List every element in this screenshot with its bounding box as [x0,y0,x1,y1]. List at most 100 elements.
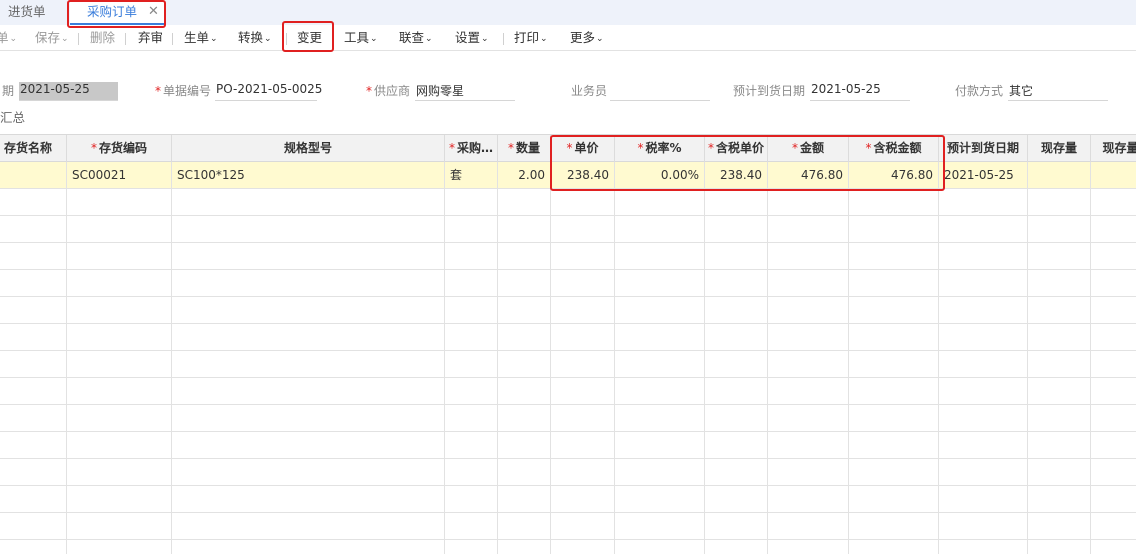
cell-purchase-unit[interactable] [445,324,498,350]
cell-inventory-code[interactable]: SC00021 [67,162,172,188]
cell-spec[interactable] [172,459,445,485]
col-header-stock-qty[interactable]: 现存量 [1028,135,1091,162]
cell-inventory-code[interactable] [67,189,172,215]
cell-purchase-unit[interactable] [445,216,498,242]
cell-tax-rate[interactable] [615,378,705,404]
summary-label[interactable]: 汇总 [0,107,25,126]
cell-spec[interactable] [172,432,445,458]
col-header-inventory-code[interactable]: * 存货编码 [67,135,172,162]
cell-spec[interactable] [172,216,445,242]
cell-tax-incl-amount[interactable] [849,378,939,404]
col-header-stock-qty-2[interactable]: 现存量 [1091,135,1136,162]
cell-spec[interactable] [172,324,445,350]
cell-purchase-unit[interactable] [445,405,498,431]
cell-inventory-code[interactable] [67,351,172,377]
cell-tax-incl-price[interactable] [705,486,768,512]
cell-tax-rate[interactable] [615,513,705,539]
cell-stock-qty[interactable] [1028,405,1091,431]
table-row[interactable] [0,216,1136,243]
cell-inventory-code[interactable] [67,243,172,269]
cell-tax-incl-amount[interactable] [849,297,939,323]
cell-tax-incl-amount[interactable] [849,486,939,512]
arrival-date-field[interactable]: 2021-05-25 [810,82,910,101]
settings-button[interactable]: 设置⌄ [455,29,489,47]
cell-inventory-name[interactable] [0,378,67,404]
cell-inventory-name[interactable] [0,486,67,512]
cell-inventory-name[interactable] [0,432,67,458]
cell-quantity[interactable] [498,297,551,323]
cell-inventory-code[interactable] [67,486,172,512]
table-row[interactable] [0,270,1136,297]
table-row[interactable] [0,189,1136,216]
cell-unit-price[interactable] [551,486,615,512]
cell-inventory-name[interactable] [0,513,67,539]
cell-inventory-name[interactable] [0,351,67,377]
cell-stock-qty-2[interactable] [1091,216,1136,242]
cell-stock-qty[interactable] [1028,189,1091,215]
cell-expected-arrival[interactable] [939,378,1028,404]
cell-tax-incl-amount[interactable] [849,189,939,215]
cell-stock-qty[interactable] [1028,270,1091,296]
cell-tax-rate[interactable] [615,486,705,512]
table-row[interactable] [0,486,1136,513]
cell-tax-incl-amount[interactable]: 476.80 [849,162,939,188]
cell-inventory-code[interactable] [67,297,172,323]
col-header-inventory-name[interactable]: 存货名称 [0,135,67,162]
cell-expected-arrival[interactable] [939,459,1028,485]
cell-inventory-code[interactable] [67,270,172,296]
cell-tax-incl-price[interactable] [705,540,768,554]
col-header-tax-incl-price[interactable]: * 含税单价 [705,135,768,162]
cell-inventory-code[interactable] [67,540,172,554]
cell-purchase-unit[interactable] [445,540,498,554]
cell-tax-incl-price[interactable] [705,270,768,296]
cell-inventory-name[interactable] [0,297,67,323]
cell-stock-qty-2[interactable] [1091,189,1136,215]
cell-tax-incl-price[interactable] [705,189,768,215]
cell-purchase-unit[interactable] [445,351,498,377]
cell-quantity[interactable] [498,216,551,242]
cell-stock-qty-2[interactable] [1091,405,1136,431]
cell-spec[interactable] [172,297,445,323]
cell-tax-incl-amount[interactable] [849,324,939,350]
cell-inventory-name[interactable] [0,459,67,485]
table-row[interactable] [0,378,1136,405]
cell-amount[interactable] [768,513,849,539]
cell-tax-incl-price[interactable] [705,432,768,458]
abandon-audit-button[interactable]: 弃审 [138,29,163,47]
cell-expected-arrival[interactable] [939,216,1028,242]
cell-purchase-unit[interactable] [445,513,498,539]
col-header-amount[interactable]: * 金额 [768,135,849,162]
cell-stock-qty[interactable] [1028,513,1091,539]
cell-tax-rate[interactable] [615,243,705,269]
doc-no-field[interactable]: PO-2021-05-0025 [215,82,322,101]
cell-tax-incl-amount[interactable] [849,513,939,539]
cell-tax-rate[interactable] [615,324,705,350]
table-row[interactable] [0,324,1136,351]
col-header-expected-arrival[interactable]: 预计到货日期 [939,135,1028,162]
cell-inventory-name[interactable] [0,243,67,269]
cell-quantity[interactable] [498,378,551,404]
cell-expected-arrival[interactable]: 2021-05-25 [939,162,1028,188]
cell-unit-price[interactable] [551,513,615,539]
cell-quantity[interactable] [498,270,551,296]
cell-amount[interactable] [768,351,849,377]
table-row[interactable] [0,432,1136,459]
cell-tax-incl-price[interactable]: 238.40 [705,162,768,188]
cell-spec[interactable] [172,243,445,269]
cell-stock-qty[interactable] [1028,378,1091,404]
cell-quantity[interactable] [498,432,551,458]
cell-amount[interactable] [768,459,849,485]
cell-quantity[interactable] [498,459,551,485]
cell-stock-qty-2[interactable] [1091,432,1136,458]
col-header-spec[interactable]: 规格型号 [172,135,445,162]
cell-amount[interactable] [768,486,849,512]
cell-quantity[interactable] [498,540,551,554]
cell-stock-qty[interactable] [1028,297,1091,323]
cell-amount[interactable] [768,324,849,350]
cell-stock-qty[interactable] [1028,459,1091,485]
cell-purchase-unit[interactable] [445,378,498,404]
cell-unit-price[interactable] [551,216,615,242]
cell-unit-price[interactable] [551,297,615,323]
cell-tax-rate[interactable] [615,432,705,458]
toolbar-partial-button[interactable]: 单⌄ [0,29,17,47]
